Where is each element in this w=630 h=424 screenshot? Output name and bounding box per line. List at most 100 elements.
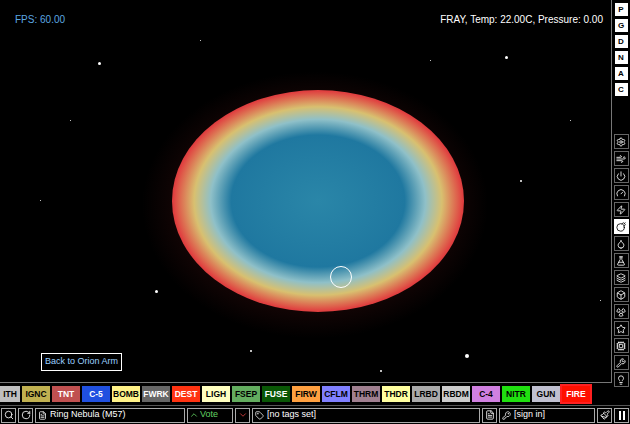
- star: [40, 200, 41, 201]
- category-icon: [616, 171, 626, 181]
- menu-button[interactable]: D: [615, 35, 628, 48]
- arrow-up-icon: [189, 410, 199, 420]
- element-button[interactable]: TNT: [52, 386, 80, 402]
- renderer-button[interactable]: [597, 408, 612, 423]
- arrow-down-icon: [238, 410, 248, 420]
- star: [505, 56, 508, 59]
- render-icon: [600, 410, 610, 420]
- save-name-field[interactable]: Ring Nebula (M57): [35, 408, 185, 423]
- element-button[interactable]: FSEP: [232, 386, 260, 402]
- category-icon: [616, 239, 626, 249]
- category-button[interactable]: [614, 270, 629, 285]
- category-icon: [616, 154, 626, 164]
- category-button[interactable]: [614, 151, 629, 166]
- nebula: [172, 90, 464, 312]
- category-button[interactable]: [614, 202, 629, 217]
- star: [600, 300, 601, 301]
- key-icon: [502, 411, 511, 420]
- star: [155, 290, 158, 293]
- element-button[interactable]: ITH: [0, 386, 20, 402]
- category-button[interactable]: [614, 219, 629, 234]
- category-icon: [616, 375, 626, 385]
- category-icon: [616, 256, 626, 266]
- category-icon: [616, 205, 626, 215]
- category-icon: [616, 188, 626, 198]
- category-button[interactable]: [614, 168, 629, 183]
- star: [465, 354, 469, 358]
- star: [430, 60, 431, 61]
- category-icon: [616, 341, 626, 351]
- hud-info: FRAY, Temp: 22.00C, Pressure: 0.00: [440, 12, 603, 27]
- category-button[interactable]: [614, 355, 629, 370]
- star: [70, 120, 71, 121]
- element-button[interactable]: RBDM: [442, 386, 470, 402]
- category-icon: [616, 222, 626, 232]
- category-button[interactable]: [614, 253, 629, 268]
- login-field[interactable]: [sign in]: [499, 408, 595, 423]
- category-button[interactable]: [614, 185, 629, 200]
- main-area: FPS: 60.00 FRAY, Temp: 22.00C, Pressure: …: [0, 0, 612, 405]
- category-button[interactable]: [614, 321, 629, 336]
- category-button[interactable]: [614, 304, 629, 319]
- menu-button[interactable]: N: [615, 51, 628, 64]
- element-button[interactable]: DEST: [172, 386, 200, 402]
- star: [250, 350, 252, 352]
- element-button[interactable]: BOMB: [112, 386, 140, 402]
- category-button[interactable]: [614, 338, 629, 353]
- element-button[interactable]: CFLM: [322, 386, 350, 402]
- category-button[interactable]: [614, 236, 629, 251]
- category-button[interactable]: [614, 372, 629, 387]
- new-icon: [485, 410, 495, 420]
- element-bar: ITHIGNCTNTC-5BOMBFWRKDESTLIGHFSEPFUSEFIR…: [0, 383, 612, 405]
- brush-cursor: [330, 266, 352, 288]
- simulation-canvas[interactable]: FPS: 60.00 FRAY, Temp: 22.00C, Pressure: …: [0, 0, 612, 383]
- menu-sidebar: PGDNAC: [612, 0, 630, 405]
- menu-button[interactable]: P: [615, 3, 628, 16]
- element-button[interactable]: IGNC: [22, 386, 50, 402]
- search-icon: [4, 410, 14, 420]
- element-button[interactable]: FWRK: [142, 386, 170, 402]
- tags-field[interactable]: [no tags set]: [252, 408, 480, 423]
- category-button[interactable]: [614, 287, 629, 302]
- element-button[interactable]: C-5: [82, 386, 110, 402]
- vote-down-button[interactable]: [235, 408, 250, 423]
- element-button[interactable]: FIRW: [292, 386, 320, 402]
- save-icon: [38, 411, 47, 420]
- element-button[interactable]: NITR: [502, 386, 530, 402]
- sign[interactable]: Back to Orion Arm: [41, 353, 122, 371]
- star: [200, 40, 201, 41]
- vote-up-button[interactable]: Vote: [187, 408, 233, 423]
- category-icon: [616, 324, 626, 334]
- star: [380, 370, 382, 372]
- pause-button[interactable]: [614, 408, 629, 423]
- element-button[interactable]: GUN: [532, 386, 560, 402]
- star: [570, 120, 571, 121]
- category-icon: [616, 273, 626, 283]
- tag-icon: [255, 411, 264, 420]
- category-icon: [616, 358, 626, 368]
- status-bar: Ring Nebula (M57)Vote [no tags set] [sign …: [0, 405, 630, 424]
- element-button[interactable]: LIGH: [202, 386, 230, 402]
- reload-icon: [21, 410, 31, 420]
- star: [520, 180, 522, 182]
- element-button[interactable]: THDR: [382, 386, 410, 402]
- element-button[interactable]: LRBD: [412, 386, 440, 402]
- category-icon: [616, 307, 626, 317]
- star: [98, 62, 101, 65]
- menu-button[interactable]: A: [615, 67, 628, 80]
- element-button[interactable]: FUSE: [262, 386, 290, 402]
- reload-button[interactable]: [18, 408, 33, 423]
- menu-button[interactable]: G: [615, 19, 628, 32]
- open-button[interactable]: [1, 408, 16, 423]
- category-button[interactable]: [614, 134, 629, 149]
- clear-button[interactable]: [482, 408, 497, 423]
- category-icon: [616, 290, 626, 300]
- menu-button[interactable]: C: [615, 83, 628, 96]
- pause-icon: [618, 411, 626, 420]
- element-button[interactable]: FIRE: [562, 386, 590, 402]
- category-icon: [616, 137, 626, 147]
- element-button[interactable]: THRM: [352, 386, 380, 402]
- element-button[interactable]: C-4: [472, 386, 500, 402]
- fps-label: FPS: 60.00: [15, 12, 65, 27]
- powder-toy-window: FPS: 60.00 FRAY, Temp: 22.00C, Pressure: …: [0, 0, 630, 424]
